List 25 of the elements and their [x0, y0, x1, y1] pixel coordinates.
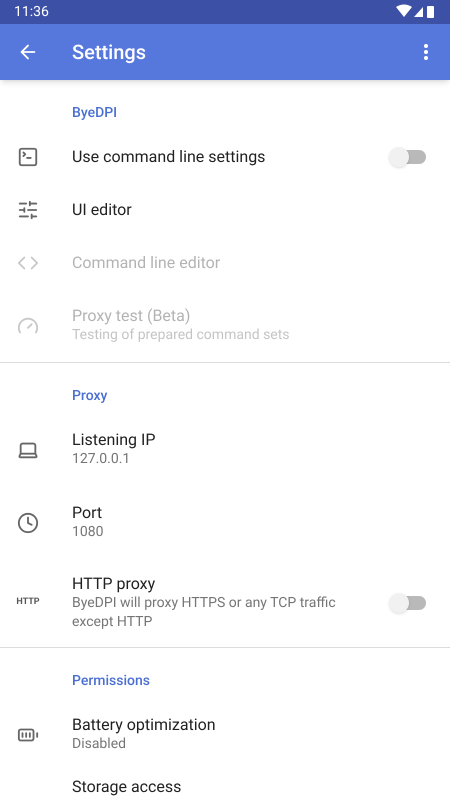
setting-title[interactable]: HTTP proxy [72, 574, 364, 594]
section-header: ByeDPI [72, 104, 118, 122]
setting-summary: Testing of prepared command sets [72, 326, 291, 345]
section-header: Proxy [72, 387, 108, 405]
setting-title[interactable]: Listening IP [72, 430, 434, 450]
setting-title[interactable]: UI editor [72, 200, 434, 220]
toggle-switch[interactable] [392, 150, 426, 164]
status-time: 11:36 [14, 2, 49, 22]
sliders-icon [17, 198, 39, 220]
setting-title[interactable]: Use command line settings [72, 146, 364, 166]
setting-title[interactable]: Storage access [72, 777, 434, 797]
section-header: Permissions [72, 672, 151, 690]
setting-summary: 127.0.0.1 [72, 450, 132, 469]
setting-title[interactable]: Battery optimization [72, 715, 434, 735]
more-icon [424, 44, 428, 60]
app-title: Settings [72, 39, 148, 66]
toggle-switch[interactable] [392, 596, 426, 610]
status-icons [396, 4, 436, 20]
http-label: HTTP [16, 596, 40, 610]
setting-summary: Disabled [72, 735, 128, 754]
terminal-icon [17, 146, 39, 168]
setting-summary: 1080 [72, 523, 104, 542]
setting-summary: ByeDPI will proxy HTTPS or any TCP traffic except HTTP [72, 594, 337, 632]
clock-icon [17, 512, 39, 534]
setting-title[interactable]: Port [72, 503, 434, 523]
